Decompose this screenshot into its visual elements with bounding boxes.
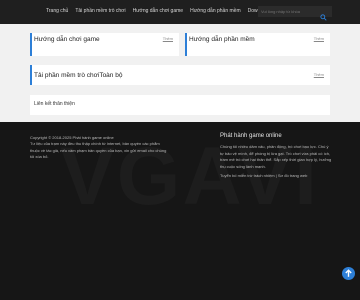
footer: VGAVI Copyright © 2018-2025 Phát hành ga… <box>0 122 360 300</box>
nav-item-home[interactable]: Trang chủ <box>46 8 68 14</box>
more-link-game-software[interactable]: Thêm <box>314 72 324 77</box>
footer-right: Phát hành game online Chúng tôi nhiều dâ… <box>220 133 332 178</box>
footer-links[interactable]: Tuyển bố miễn trừ trách nhiệm | Sơ đồ tr… <box>220 173 332 178</box>
section-title-game-software: Tải phần mềm trò chơiToàn bộ <box>34 72 123 79</box>
nav-item-game-guides[interactable]: Hướng dẫn chơi game <box>133 8 184 14</box>
search-input[interactable] <box>261 8 319 15</box>
search-box <box>258 6 332 21</box>
arrow-up-icon <box>345 269 352 277</box>
section-game-software-downloads: Tải phần mềm trò chơiToàn bộ Thêm <box>30 65 330 85</box>
main-nav: Trang chủ Tải phần mềm trò chơi Hướng dẫ… <box>46 8 286 14</box>
search-icon[interactable] <box>320 8 327 21</box>
friendly-links-box: Liên kết thân thiện <box>30 95 330 115</box>
section-title-software-guides: Hướng dẫn phần mềm <box>189 36 255 43</box>
more-link-software-guides[interactable]: Thêm <box>314 36 324 41</box>
footer-left: Copyright © 2018-2025 Phát hành game onl… <box>30 135 170 160</box>
section-game-guides: Hướng dẫn chơi game Thêm <box>30 33 179 56</box>
footer-right-text: Chúng tôi nhiều dâm vấu, phân động, trò … <box>220 144 332 169</box>
section-title-game-guides: Hướng dẫn chơi game <box>34 36 100 43</box>
top-navigation-bar: Trang chủ Tải phần mềm trò chơi Hướng dẫ… <box>0 0 360 24</box>
footer-right-title: Phát hành game online <box>220 133 282 139</box>
section-accent-bar <box>185 33 187 56</box>
more-link-game-guides[interactable]: Thêm <box>163 36 173 41</box>
section-accent-bar <box>30 65 32 85</box>
section-accent-bar <box>30 33 32 56</box>
nav-item-software-guides[interactable]: Hướng dẫn phần mềm <box>190 8 241 14</box>
back-to-top-button[interactable] <box>342 267 355 280</box>
footer-notice: Tư liệu của trạm này đều thu thập chính … <box>30 141 167 159</box>
nav-item-game-software[interactable]: Tải phần mềm trò chơi <box>75 8 125 14</box>
friendly-links-title: Liên kết thân thiện <box>34 101 75 107</box>
section-software-guides: Hướng dẫn phần mềm Thêm <box>185 33 330 56</box>
